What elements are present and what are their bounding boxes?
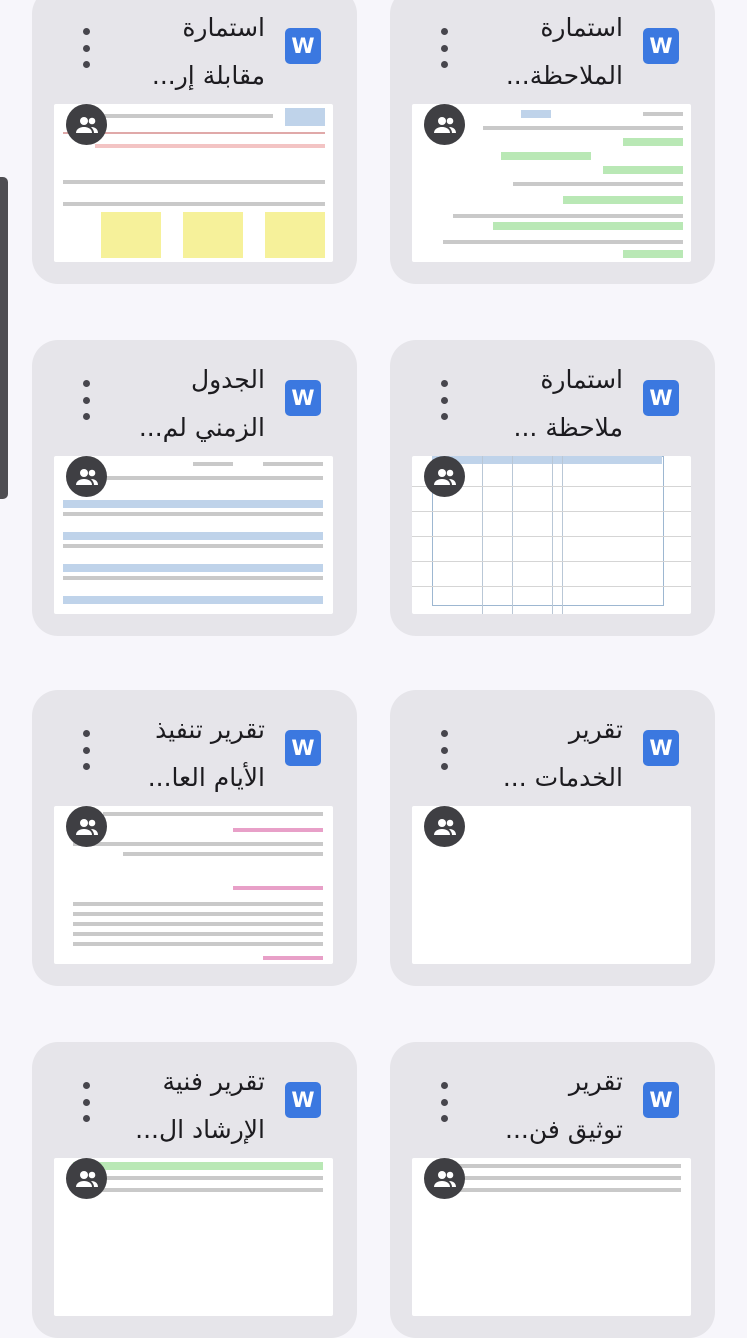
file-card[interactable]: W استمارة مقابلة إر... [32,0,357,284]
word-file-icon: W [643,380,679,416]
file-title: استمارة الملاحظة... [505,13,623,90]
file-title: الجدول الزمني لم... [138,365,265,442]
file-card[interactable]: W استمارة الملاحظة... [390,0,715,284]
file-title: تقرير فنية الإرشاد ال... [135,1067,265,1144]
more-options-icon[interactable] [74,380,98,420]
scrollbar-handle[interactable] [0,177,8,499]
more-options-icon[interactable] [432,28,456,68]
shared-people-icon [66,456,107,497]
file-card[interactable]: W تقرير فنية الإرشاد ال... [32,1042,357,1338]
file-title: تقرير الخدمات ... [502,715,623,792]
shared-people-icon [66,806,107,847]
word-file-icon: W [643,730,679,766]
word-file-icon: W [285,380,321,416]
file-card[interactable]: W استمارة ملاحظة ... [390,340,715,636]
more-options-icon[interactable] [74,730,98,770]
more-options-icon[interactable] [74,1082,98,1122]
word-file-icon: W [643,28,679,64]
file-card[interactable]: W تقرير تنفيذ الأيام العا... [32,690,357,986]
shared-people-icon [66,104,107,145]
file-card[interactable]: W تقرير توثيق فن... [390,1042,715,1338]
file-title: تقرير تنفيذ الأيام العا... [147,715,265,792]
file-card[interactable]: W تقرير الخدمات ... [390,690,715,986]
more-options-icon[interactable] [432,730,456,770]
shared-people-icon [424,1158,465,1199]
file-title: استمارة ملاحظة ... [513,365,623,442]
shared-people-icon [424,456,465,497]
more-options-icon[interactable] [432,1082,456,1122]
shared-people-icon [424,104,465,145]
file-title: استمارة مقابلة إر... [151,13,265,90]
word-file-icon: W [285,1082,321,1118]
more-options-icon[interactable] [74,28,98,68]
word-file-icon: W [285,28,321,64]
file-card[interactable]: W الجدول الزمني لم... [32,340,357,636]
word-file-icon: W [643,1082,679,1118]
word-file-icon: W [285,730,321,766]
more-options-icon[interactable] [432,380,456,420]
shared-people-icon [424,806,465,847]
shared-people-icon [66,1158,107,1199]
file-title: تقرير توثيق فن... [505,1067,623,1144]
